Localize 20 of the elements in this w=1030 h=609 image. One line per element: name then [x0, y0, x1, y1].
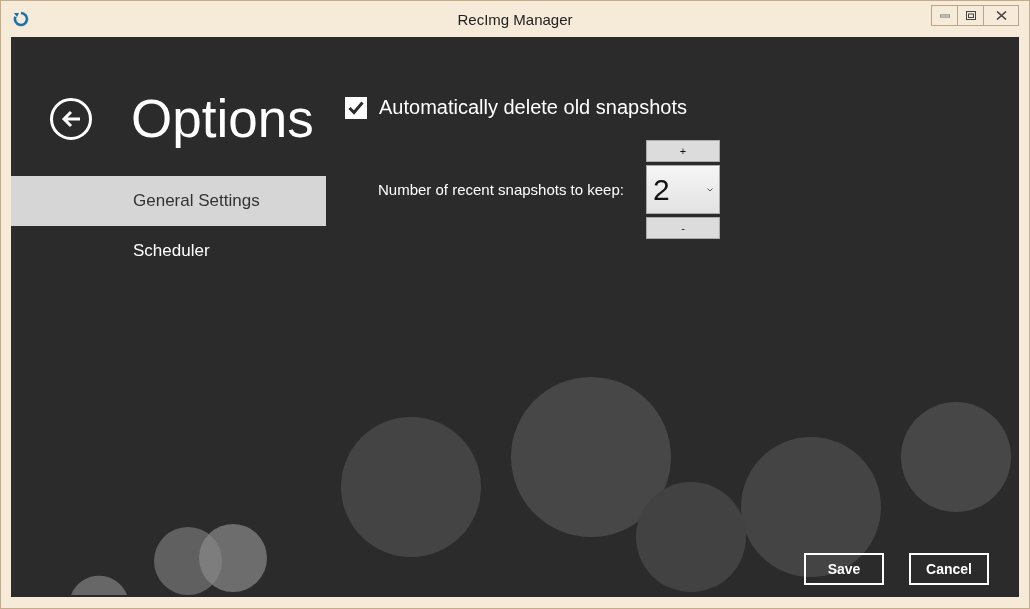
action-button[interactable]: Cancel [909, 553, 989, 585]
minimize-icon [939, 13, 950, 18]
refresh-icon [13, 11, 29, 27]
checkbox-label: Automatically delete old snapshots [379, 96, 687, 119]
number-dropdown[interactable]: 2 [646, 165, 720, 214]
caret-icon [707, 187, 713, 192]
action-button[interactable]: Save [804, 553, 884, 585]
decrement-button[interactable]: - [646, 217, 720, 239]
window-title: RecImg Manager [457, 10, 573, 28]
sidebar-item[interactable]: General Settings [11, 176, 326, 226]
sidebar-item[interactable]: Scheduler [11, 226, 326, 276]
close-icon [995, 11, 1007, 20]
maximize-button[interactable] [957, 5, 984, 26]
back-button[interactable] [50, 98, 92, 140]
increment-button[interactable]: + [646, 140, 720, 162]
field-label: Number of recent snapshots to keep: [378, 181, 625, 198]
close-button[interactable] [983, 5, 1019, 26]
maximize-icon [965, 11, 976, 20]
checkbox[interactable] [345, 96, 367, 119]
back-arrow-icon [61, 110, 81, 128]
